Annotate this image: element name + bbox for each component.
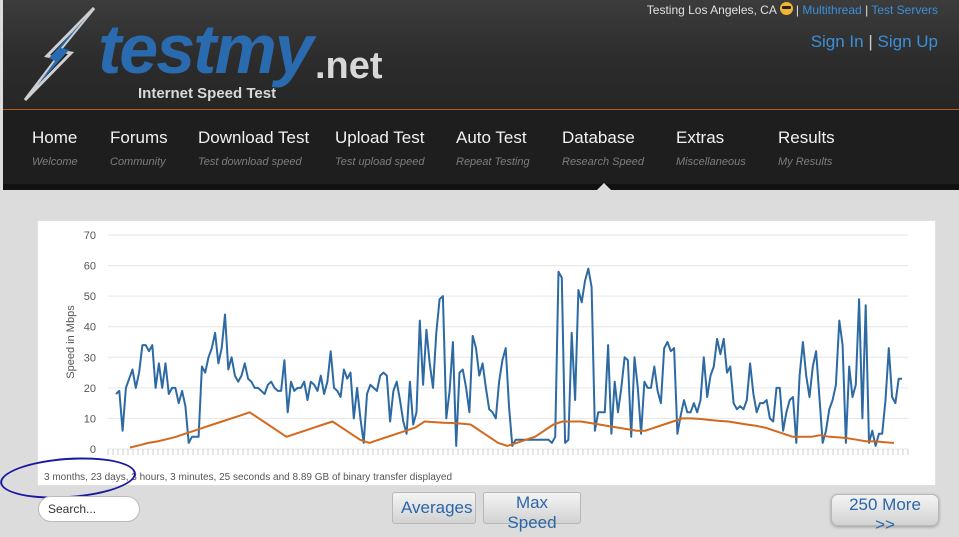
testing-location: Testing Los Angeles, CA bbox=[646, 3, 777, 17]
server-info: Testing Los Angeles, CA | Multithread | … bbox=[647, 2, 938, 17]
separator: | bbox=[868, 32, 873, 51]
nav-title: Forums bbox=[110, 128, 168, 147]
nav-title: Home bbox=[32, 128, 78, 147]
nav-title: Upload Test bbox=[335, 128, 425, 147]
logo-domain-ext: .net bbox=[315, 45, 383, 87]
nav-title: Download Test bbox=[198, 128, 310, 147]
nav-auto-test[interactable]: Auto Test Repeat Testing bbox=[456, 128, 530, 168]
y-tick-label: 60 bbox=[84, 261, 96, 273]
nav-download-test[interactable]: Download Test Test download speed bbox=[198, 128, 309, 168]
separator: | bbox=[795, 3, 799, 17]
nav-database[interactable]: Database Research Speed bbox=[562, 128, 644, 168]
nav-subtitle: Repeat Testing bbox=[456, 156, 530, 168]
nav-subtitle: Miscellaneous bbox=[676, 156, 746, 168]
nav-forums[interactable]: Forums Community bbox=[110, 128, 168, 168]
nav-subtitle: Test download speed bbox=[198, 156, 302, 168]
main-nav: Home Welcome Forums Community Download Tes… bbox=[3, 110, 959, 190]
nav-subtitle: My Results bbox=[778, 156, 833, 168]
nav-subtitle: Welcome bbox=[32, 156, 78, 168]
nav-title: Results bbox=[778, 128, 835, 147]
multithread-link[interactable]: Multithread bbox=[802, 3, 861, 17]
nav-subtitle: Test upload speed bbox=[335, 156, 425, 168]
nav-upload-test[interactable]: Upload Test Test upload speed bbox=[335, 128, 425, 168]
lightning-bolt-logo-icon[interactable] bbox=[19, 6, 99, 101]
y-tick-label: 20 bbox=[84, 383, 96, 395]
test-servers-link[interactable]: Test Servers bbox=[871, 3, 938, 17]
logo-tagline: Internet Speed Test bbox=[138, 85, 277, 102]
y-tick-label: 30 bbox=[84, 352, 96, 364]
sign-up-link[interactable]: Sign Up bbox=[878, 32, 938, 51]
sunglasses-emoji-icon bbox=[779, 2, 793, 15]
active-nav-pointer-icon bbox=[595, 183, 613, 192]
search-input[interactable] bbox=[38, 496, 140, 522]
speed-chart: 0 10 20 30 40 50 60 70 Speed in Mbps 3 months, 2… bbox=[37, 220, 936, 486]
logo-wordmark[interactable]: testmy bbox=[98, 14, 314, 84]
y-tick-label: 50 bbox=[84, 291, 96, 303]
more-results-button[interactable]: 250 More >> bbox=[831, 494, 939, 534]
nav-title: Extras bbox=[676, 128, 725, 147]
speed-chart-svg: 0 10 20 30 40 50 60 70 Speed in Mbps bbox=[65, 230, 909, 456]
nav-subtitle: Community bbox=[110, 156, 166, 168]
max-speed-button[interactable]: Max Speed bbox=[483, 492, 581, 532]
nav-home[interactable]: Home Welcome bbox=[32, 128, 78, 168]
separator: | bbox=[865, 3, 869, 17]
auth-links: Sign In | Sign Up bbox=[811, 32, 938, 52]
nav-results[interactable]: Results My Results bbox=[778, 128, 835, 168]
y-tick-label: 0 bbox=[90, 444, 96, 456]
sign-in-link[interactable]: Sign In bbox=[811, 32, 864, 51]
y-tick-label: 40 bbox=[84, 322, 96, 334]
nav-subtitle: Research Speed bbox=[562, 156, 644, 168]
nav-title: Auto Test bbox=[456, 128, 527, 147]
nav-extras[interactable]: Extras Miscellaneous bbox=[676, 128, 746, 168]
y-axis-label: Speed in Mbps bbox=[65, 305, 77, 379]
site-header: testmy .net Internet Speed Test Testing … bbox=[3, 0, 959, 110]
y-tick-label: 10 bbox=[84, 413, 96, 425]
y-tick-label: 70 bbox=[84, 230, 96, 242]
averages-button[interactable]: Averages bbox=[392, 492, 476, 524]
nav-title: Database bbox=[562, 128, 635, 147]
